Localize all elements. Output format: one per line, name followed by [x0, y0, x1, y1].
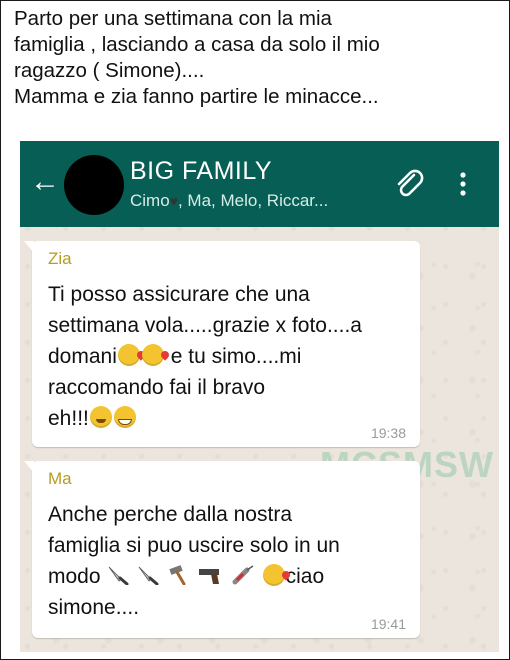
group-members[interactable]: Cimo♥, Ma, Melo, Riccar... — [130, 191, 328, 211]
group-title[interactable]: BIG FAMILY — [130, 157, 272, 186]
message-fragment: modo — [48, 565, 101, 588]
message-line: Ti posso assicurare che una — [48, 283, 310, 306]
message-text: Anche perche dalla nostra famiglia si pu… — [48, 499, 408, 623]
kissing-face-heart-icon — [141, 344, 164, 366]
back-arrow-icon[interactable]: ← — [30, 165, 60, 199]
whatsapp-screen: ← BIG FAMILY Cimo♥, Ma, Melo, Riccar... … — [20, 141, 499, 652]
group-avatar[interactable] — [64, 155, 124, 215]
message-fragment: e tu simo....mi — [164, 345, 302, 368]
member-name-cimo: Cimo — [130, 191, 170, 210]
message-line: domani e tu simo....mi — [48, 341, 408, 372]
message-line: famiglia si puo uscire solo in un — [48, 534, 340, 557]
syringe-icon — [232, 565, 254, 585]
message-time: 19:41 — [370, 616, 406, 632]
message-text: Ti posso assicurare che una settimana vo… — [48, 279, 408, 434]
more-options-icon[interactable] — [456, 167, 470, 201]
message-line: eh!!! — [48, 403, 408, 434]
message-line: simone.... — [48, 596, 140, 619]
post-caption: Parto per una settimana con la mia famig… — [14, 7, 380, 108]
bubble-tail — [24, 241, 34, 253]
message-line: modo ciao — [48, 561, 408, 592]
message-fragment: domani — [48, 345, 117, 368]
chat-header: ← BIG FAMILY Cimo♥, Ma, Melo, Riccar... — [20, 141, 499, 227]
message-bubble-ma[interactable]: Ma Anche perche dalla nostra famiglia si… — [24, 461, 420, 638]
black-heart-icon: ♥ — [169, 193, 178, 209]
message-fragment: eh!!! — [48, 407, 89, 430]
paperclip-icon[interactable] — [392, 167, 426, 201]
grinning-face-icon — [113, 406, 136, 428]
message-line: raccomando fai il bravo — [48, 376, 266, 399]
message-fragment: ciao — [285, 565, 325, 588]
message-line: settimana vola.....grazie x foto....a — [48, 314, 362, 337]
message-time: 19:38 — [370, 425, 406, 441]
bubble-tail — [24, 461, 34, 473]
kissing-face-heart-icon — [262, 564, 285, 586]
hammer-icon — [169, 565, 186, 585]
pistol-icon — [198, 569, 219, 584]
winking-face-icon — [89, 406, 112, 428]
message-sender: Zia — [48, 249, 72, 268]
kissing-face-heart-icon — [117, 344, 140, 366]
message-bubble-zia[interactable]: Zia Ti posso assicurare che una settiman… — [24, 241, 420, 447]
kitchen-knife-icon — [109, 566, 129, 585]
message-line: Anche perche dalla nostra — [48, 503, 292, 526]
kitchen-knife-icon — [138, 566, 159, 585]
message-sender: Ma — [48, 469, 72, 488]
member-names-rest: , Ma, Melo, Riccar... — [177, 191, 329, 210]
